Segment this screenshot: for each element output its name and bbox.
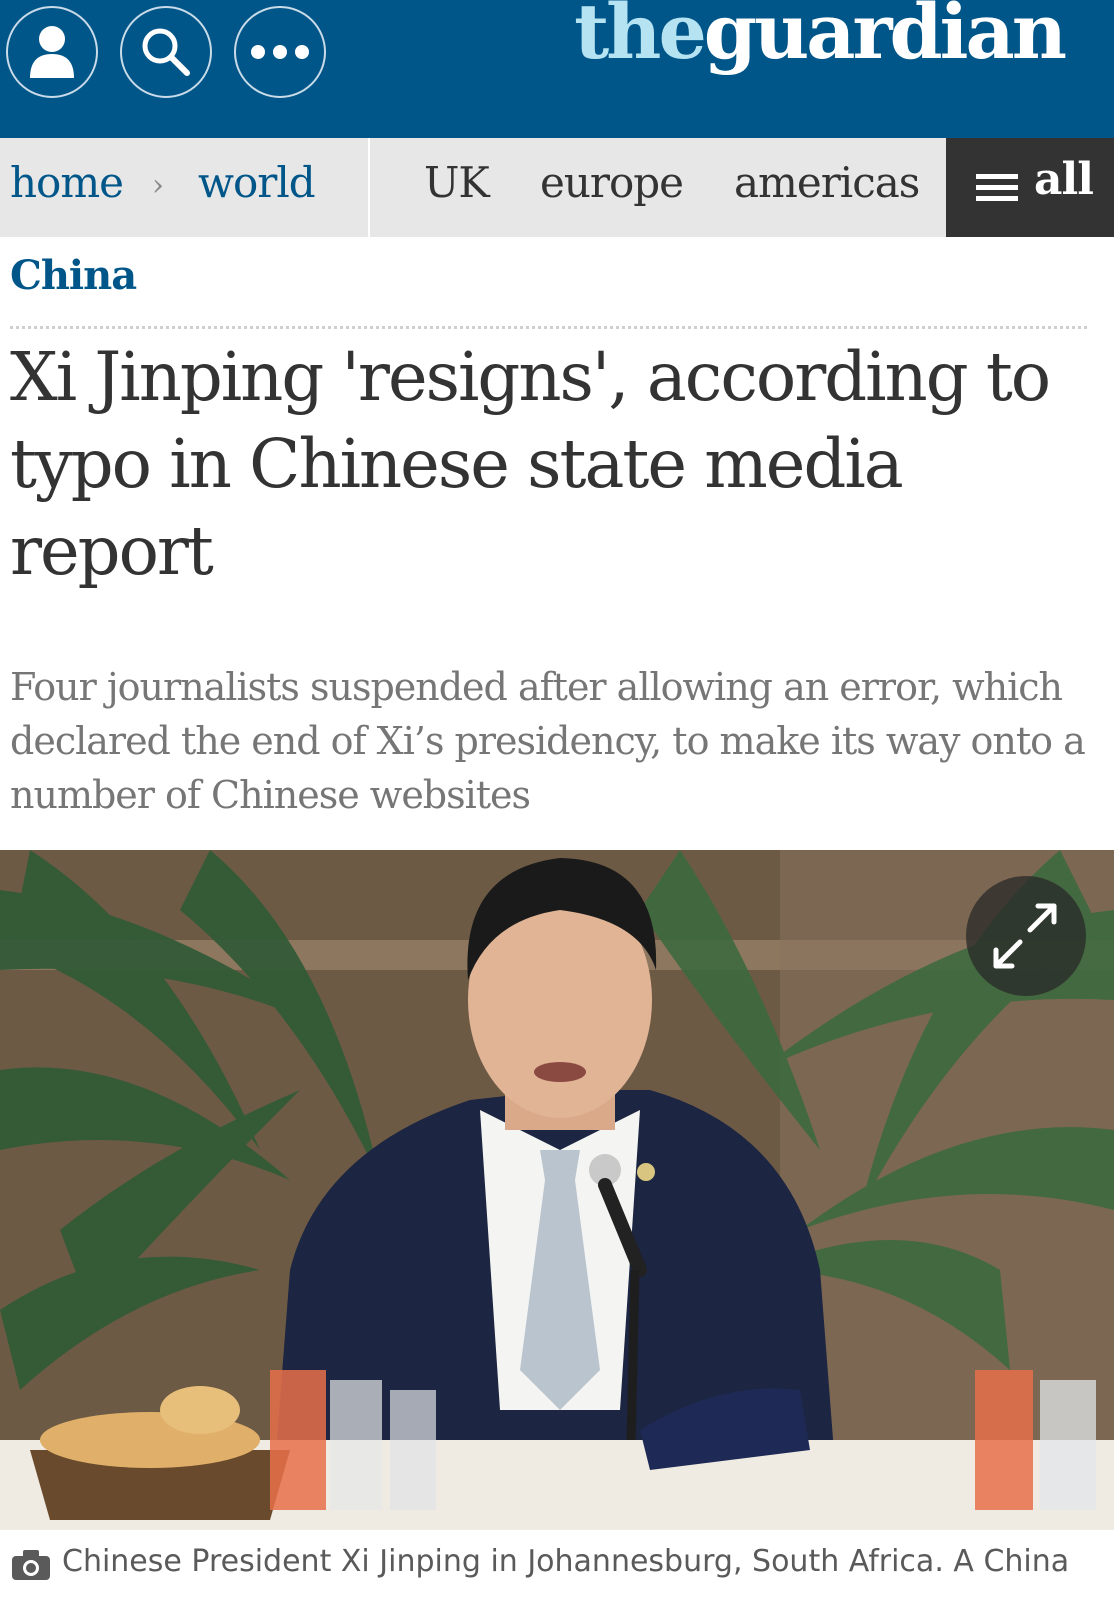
nav-home-link[interactable]: home [10, 156, 124, 211]
search-icon [142, 28, 190, 76]
logo-brand: guardian [703, 0, 1067, 76]
article-standfirst: Four journalists suspended after allowin… [10, 665, 1086, 817]
dotted-divider [10, 326, 1087, 329]
search-button[interactable] [120, 6, 212, 98]
camera-icon [12, 1550, 50, 1580]
article-photo[interactable] [0, 850, 1114, 1530]
logo-prefix: the [574, 0, 707, 76]
section-label[interactable]: China [10, 252, 137, 299]
more-button[interactable] [234, 6, 326, 98]
article-headline: Xi Jinping 'resigns', according to typo … [10, 338, 1051, 590]
photo-caption: Chinese President Xi Jinping in Johannes… [0, 1530, 1114, 1600]
guardian-logo[interactable]: theguardian [574, 0, 1067, 70]
menu-icon [976, 174, 1018, 207]
nav-americas-link[interactable]: americas [734, 156, 920, 211]
photo-illustration [0, 850, 1114, 1530]
nav-world-link[interactable]: world [198, 156, 316, 211]
user-icon [30, 26, 74, 78]
nav-europe-link[interactable]: europe [540, 156, 684, 211]
all-sections-label: all [1034, 154, 1094, 205]
expand-icon [993, 903, 1057, 969]
all-sections-button[interactable]: all [946, 138, 1114, 237]
breadcrumb: home › world [0, 138, 370, 237]
expand-button[interactable] [966, 876, 1086, 996]
more-icon [251, 45, 309, 59]
profile-button[interactable] [6, 6, 98, 98]
site-header: theguardian [0, 0, 1114, 138]
breadcrumb-separator: › [152, 168, 164, 203]
section-nav: home › world UK europe americas all [0, 138, 1114, 237]
nav-uk-link[interactable]: UK [424, 156, 490, 211]
caption-text: Chinese President Xi Jinping in Johannes… [62, 1544, 1070, 1579]
